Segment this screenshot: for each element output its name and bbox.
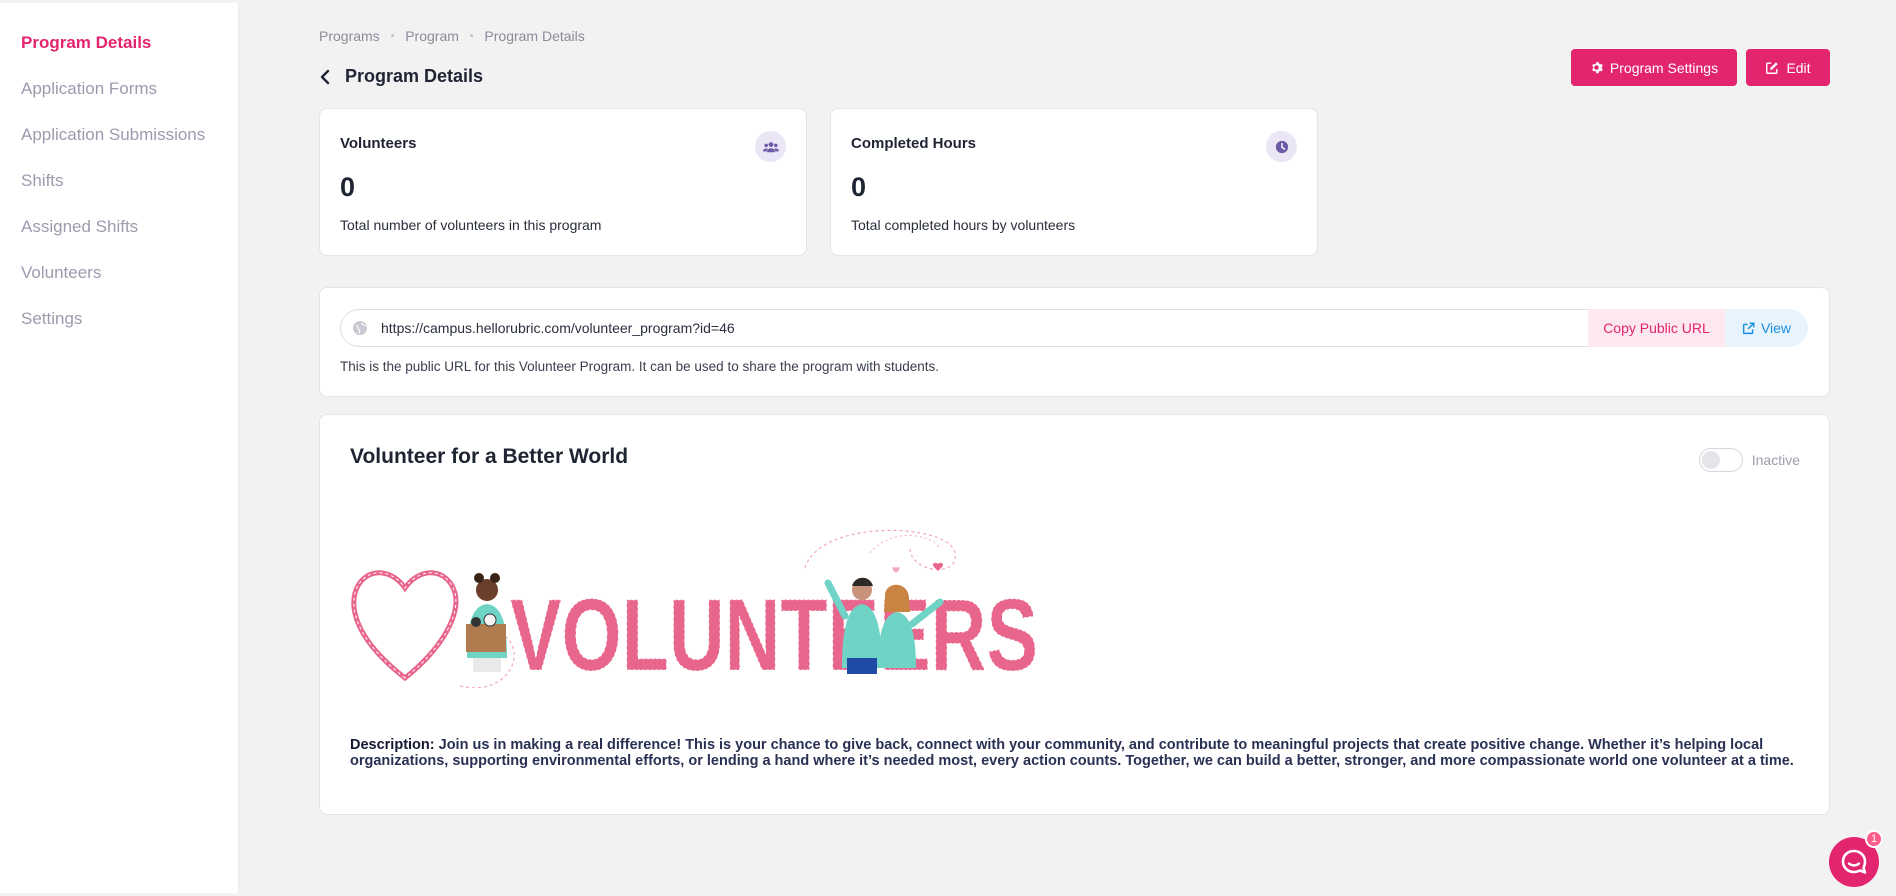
public-url-field[interactable]: https://campus.hellorubric.com/volunteer…: [340, 309, 1588, 347]
sidebar-item-assigned-shifts[interactable]: Assigned Shifts: [0, 213, 238, 259]
status-label: Inactive: [1751, 452, 1800, 468]
breadcrumb-separator: •: [469, 30, 474, 42]
sidebar-item-program-details[interactable]: Program Details: [0, 29, 238, 75]
breadcrumb: Programs • Program • Program Details: [319, 28, 585, 44]
edit-label: Edit: [1786, 59, 1811, 76]
description-text: Join us in making a real difference! Thi…: [350, 737, 1794, 769]
public-url-note: This is the public URL for this Voluntee…: [340, 359, 940, 374]
description-label: Description:: [350, 737, 435, 753]
sidebar: Program Details Application Forms Applic…: [0, 3, 239, 893]
edit-icon: [1766, 61, 1779, 74]
view-label: View: [1760, 320, 1792, 336]
edit-button[interactable]: Edit: [1746, 49, 1830, 86]
back-arrow-icon[interactable]: [319, 68, 337, 86]
stat-description: Total number of volunteers in this progr…: [340, 217, 602, 233]
stat-description: Total completed hours by volunteers: [851, 217, 1076, 233]
chat-icon: [1841, 849, 1867, 874]
status-toggle-group: Inactive: [1698, 448, 1800, 472]
completed-hours-stat-card: Completed Hours 0 Total completed hours …: [830, 108, 1318, 256]
globe-icon: [352, 320, 368, 336]
sidebar-item-volunteers[interactable]: Volunteers: [0, 259, 238, 305]
gear-icon: [1592, 62, 1603, 74]
public-url-value: https://campus.hellorubric.com/volunteer…: [381, 320, 735, 336]
volunteers-stat-card: Volunteers 0 Total number of volunteers …: [319, 108, 807, 256]
page-title: Program Details: [345, 66, 484, 86]
chat-notification-badge: 1: [1865, 830, 1883, 848]
breadcrumb-programs[interactable]: Programs: [319, 28, 380, 44]
program-description: Description: Join us in making a real di…: [350, 737, 1802, 769]
stat-title: Completed Hours: [851, 135, 977, 152]
sidebar-item-shifts[interactable]: Shifts: [0, 167, 238, 213]
stat-title: Volunteers: [340, 135, 417, 152]
external-link-icon: [1742, 321, 1755, 334]
breadcrumb-program[interactable]: Program: [405, 28, 459, 44]
program-settings-label: Program Settings: [1609, 59, 1719, 76]
program-settings-button[interactable]: Program Settings: [1571, 49, 1737, 86]
main-content: Programs • Program • Program Details Pro…: [319, 0, 1831, 896]
breadcrumb-separator: •: [390, 30, 395, 42]
sidebar-item-application-submissions[interactable]: Application Submissions: [0, 121, 238, 167]
page-title-row: Program Details: [319, 66, 483, 87]
copy-public-url-button[interactable]: Copy Public URL: [1588, 309, 1725, 347]
breadcrumb-current: Program Details: [484, 28, 585, 44]
program-title: Volunteer for a Better World: [350, 445, 629, 468]
stat-value: 0: [340, 172, 356, 202]
volunteers-banner-image: VOLUNTEERS: [351, 529, 1039, 688]
svg-text:VOLUNTEERS: VOLUNTEERS: [510, 578, 1038, 688]
public-url-row: https://campus.hellorubric.com/volunteer…: [340, 309, 1808, 347]
view-button[interactable]: View: [1725, 309, 1808, 347]
sidebar-item-settings[interactable]: Settings: [0, 305, 238, 351]
status-toggle[interactable]: [1698, 448, 1743, 472]
sidebar-item-application-forms[interactable]: Application Forms: [0, 75, 238, 121]
program-card: Volunteer for a Better World Inactive VO…: [319, 414, 1830, 815]
stat-value: 0: [851, 172, 867, 202]
public-url-card: https://campus.hellorubric.com/volunteer…: [319, 287, 1830, 397]
users-icon: [755, 131, 786, 162]
clock-icon: [1266, 131, 1297, 162]
